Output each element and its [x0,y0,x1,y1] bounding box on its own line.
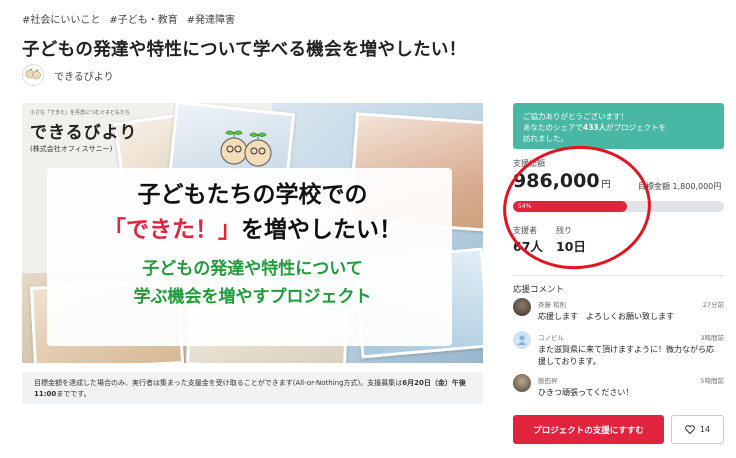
avatar-couple-icon [22,64,44,86]
comment-time: 5時間前 [700,377,724,385]
favorite-button[interactable]: 14 [671,415,724,444]
comments-title: 応援コメント [513,285,565,295]
support-project-button[interactable]: プロジェクトの支援にすすむ [513,415,664,444]
comment-time: 3時間前 [700,334,724,342]
comment-author[interactable]: 斉藤 和則 [538,299,566,309]
comment-time: 27分前 [702,301,724,309]
heart-icon [685,425,695,434]
share-line-2-post: がプロジェクトを [606,123,667,132]
hero-line-2: 「できた！」を増やしたい！ [22,210,483,244]
hero-line-4: 学ぶ機会を増やすプロジェクト [133,287,372,307]
page-title: 子どもの発達や特性について学べる機会を増やしたい！ [22,40,467,60]
target-amount: 目標金額 1,800,000円 [638,182,722,191]
comment-author[interactable]: コノビル [538,332,564,342]
all-or-nothing-note: 目標金額を達成した場合のみ、実行者は集まった支援金を受け取ることができます(Al… [22,372,483,404]
share-line-2: あなたのシェアで433人がプロジェクトを [523,122,714,133]
mascot-characters-icon [220,130,272,167]
share-line-3: 訪れました。 [523,134,568,143]
share-count: 433人 [583,123,607,132]
comment-text: 応援します よろしくお願い致します [538,312,674,321]
hero-image: 小さな「できた」を丹念につむぐ子どもたち できるびより (株式会社オフィスサニー… [22,103,483,363]
hero-logo: 小さな「できた」を丹念につむぐ子どもたち できるびより (株式会社オフィスサニー… [30,109,137,154]
share-line-1: ご協力ありがとうございます！ [523,112,628,121]
divider [513,275,724,276]
comment-text: また滋賀県に来て頂けますように！微力ながら応援しております。 [538,345,714,366]
tag-children-education[interactable]: #子ども・教育 [109,11,177,26]
logo-sub: (株式会社オフィスサニー) [30,145,113,153]
comment-text: ひきつ頑張ってください！ [538,388,634,397]
logo-tagline: 小さな「できた」を丹念につむぐ子どもたち [30,110,131,116]
default-user-icon[interactable] [513,331,531,349]
share-thanks-banner: ご協力ありがとうございます！ あなたのシェアで433人がプロジェクトを 訪れまし… [513,103,724,149]
comment-author[interactable]: 飯田昇 [538,375,558,385]
author-name[interactable]: できるびより [54,68,114,83]
logo-main: できるびより [30,123,138,143]
tag-social-good[interactable]: #社会にいいこと [22,11,100,26]
avatar[interactable] [513,374,531,392]
hero-line-1: 子どもたちの学校での [137,182,368,208]
share-line-2-pre: あなたのシェアで [523,123,583,132]
hero-line-2-highlight: 「できた！」 [103,217,241,243]
note-text: 目標金額を達成した場合のみ、実行者は集まった支援金を受け取ることができます(Al… [34,379,403,387]
hero-line-2-rest: を増やしたい！ [241,217,402,243]
tag-list: #社会にいいこと #子ども・教育 #発達障害 [22,11,235,26]
favorite-count: 14 [699,425,711,434]
hero-line-3: 子どもの発達や特性について [142,259,363,279]
avatar[interactable] [513,298,531,316]
tag-developmental-disorder[interactable]: #発達障害 [187,11,235,26]
note-text-end: までです。 [56,390,91,398]
author[interactable]: できるびより [22,64,114,86]
